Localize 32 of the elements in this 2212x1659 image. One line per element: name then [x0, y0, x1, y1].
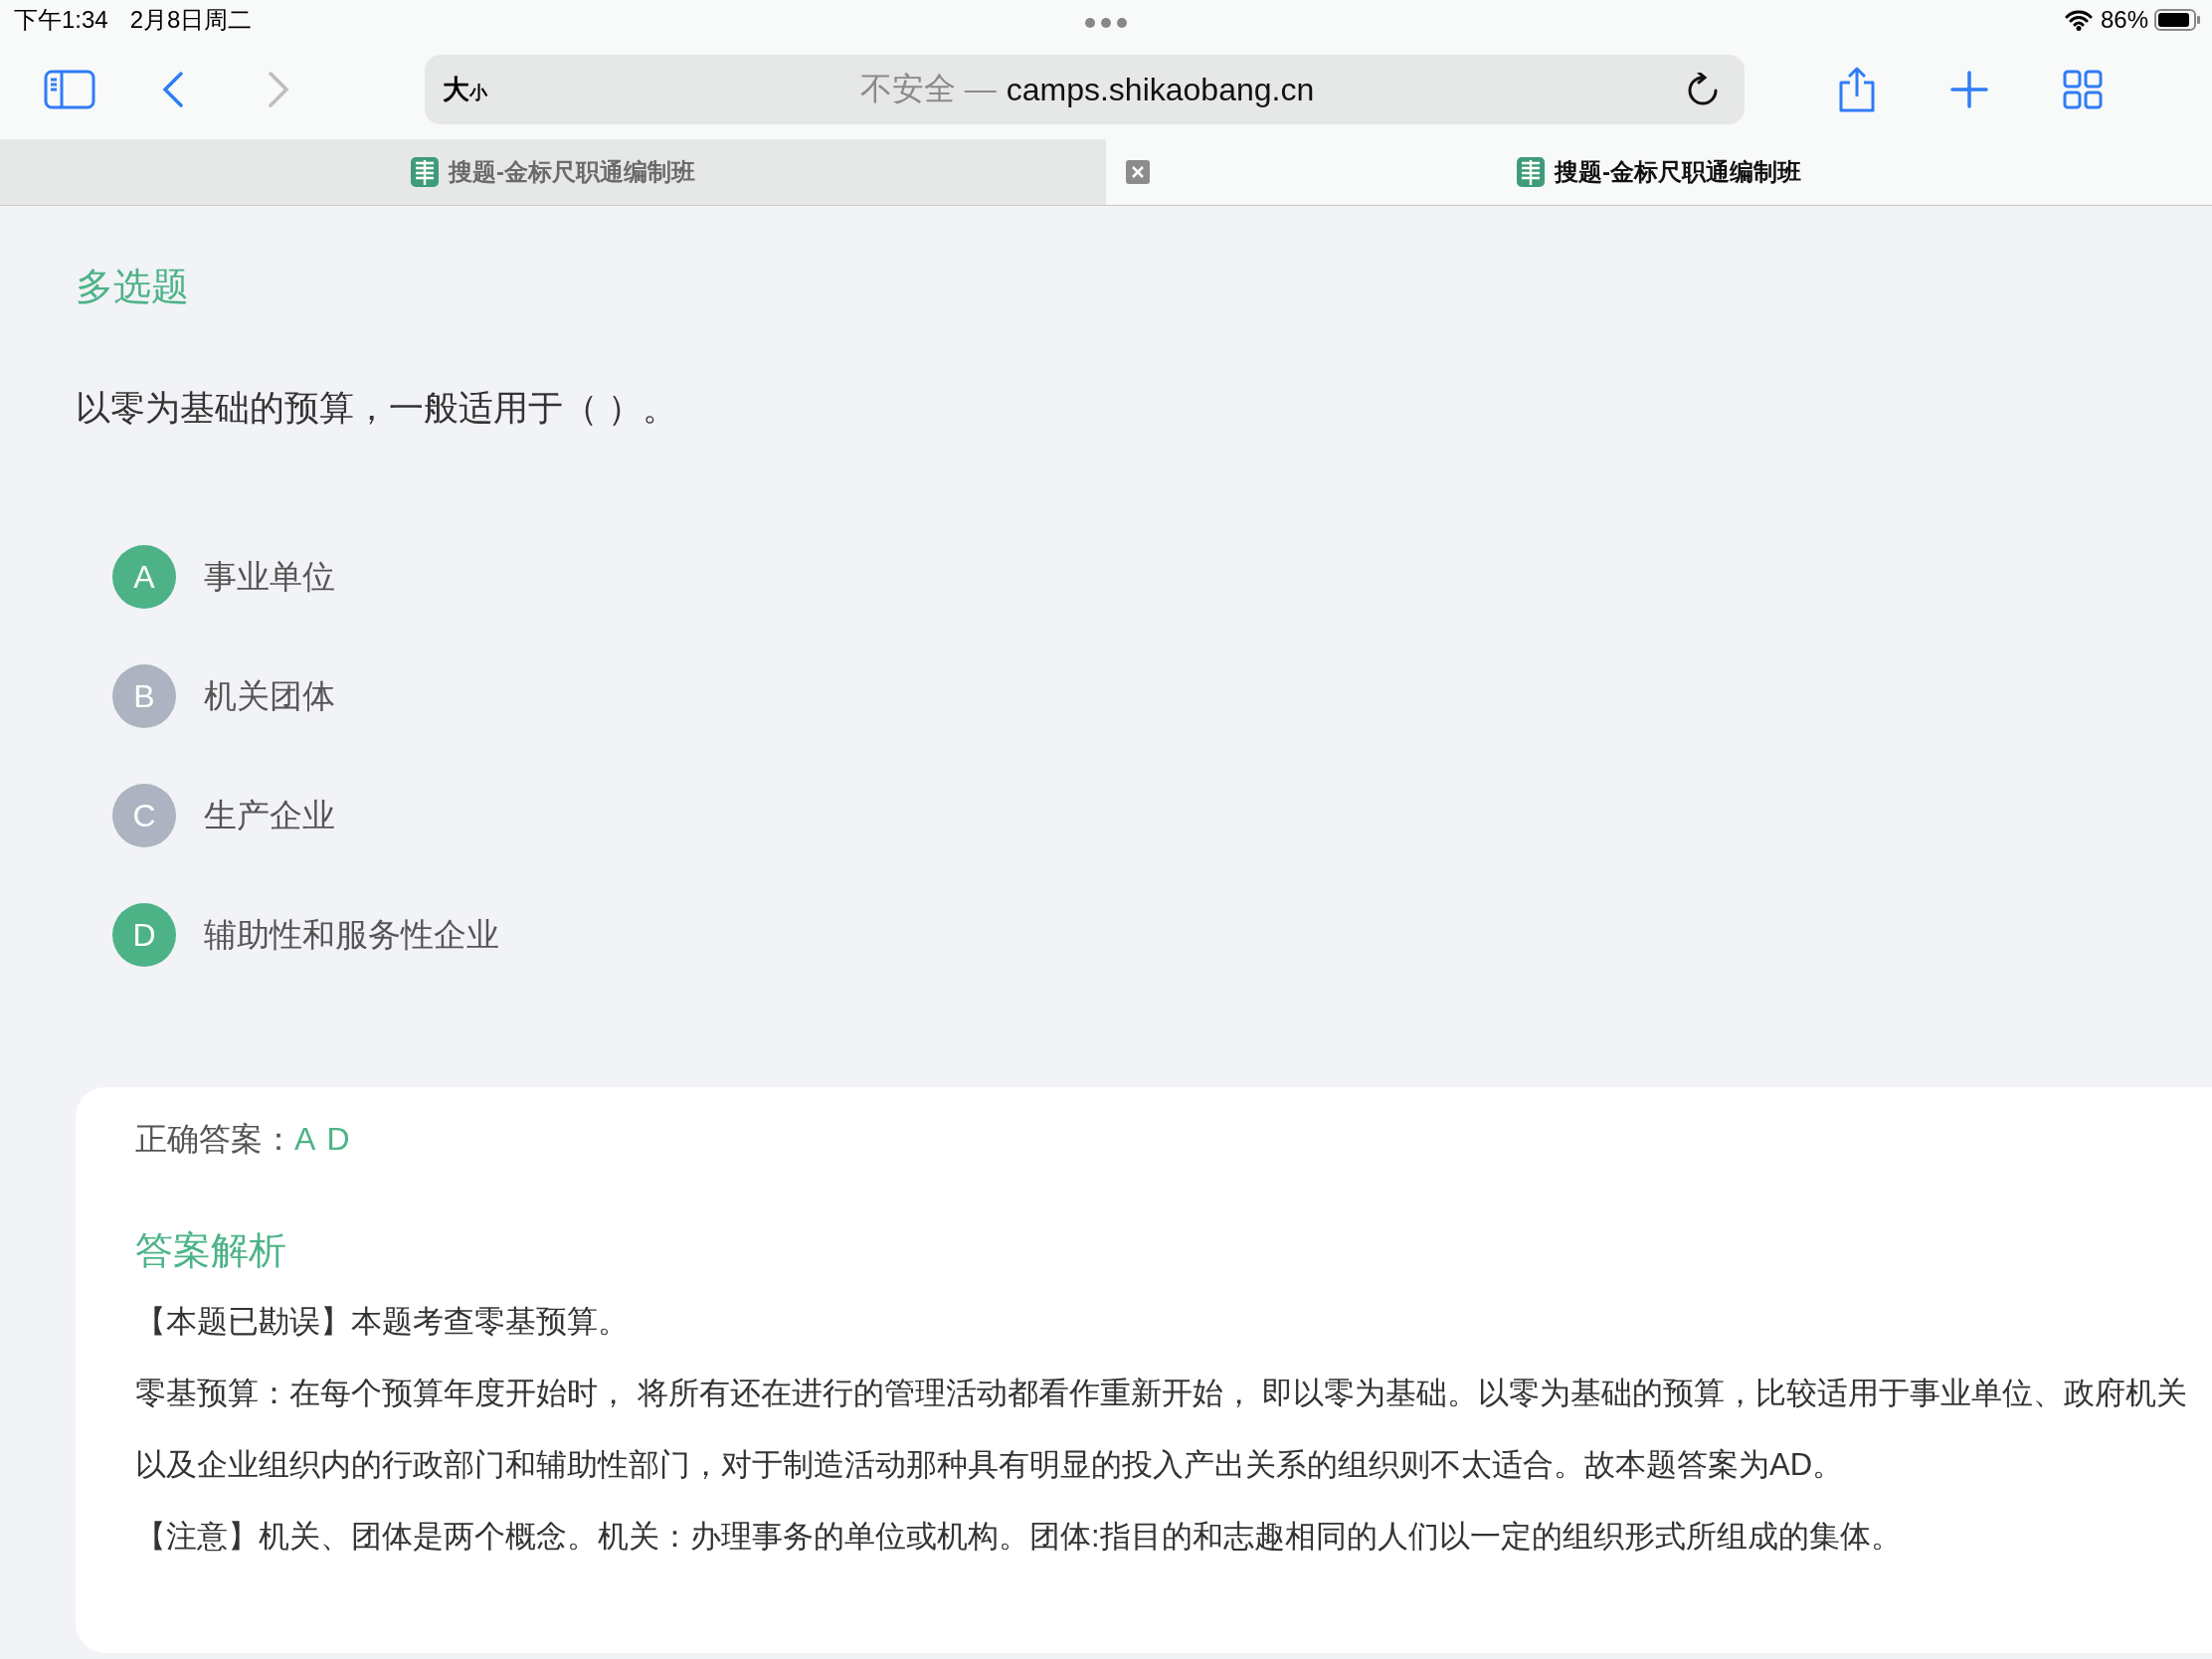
- text-size-button[interactable]: 大小: [443, 72, 487, 107]
- wifi-icon: [2064, 9, 2093, 31]
- option-text[interactable]: 事业单位: [204, 554, 335, 600]
- security-label: 不安全 —: [859, 70, 997, 108]
- question-type-label: 多选题: [76, 265, 190, 309]
- battery-percent: 86%: [2100, 6, 2148, 34]
- analysis-paragraph: 【注意】机关、团体是两个概念。机关：办理事务的单位或机构。团体:指目的和志趣相同的人们以一定的组织形式所组成的集体。: [135, 1518, 1903, 1556]
- close-icon[interactable]: [1126, 160, 1150, 184]
- reload-icon[interactable]: [1687, 73, 1719, 106]
- back-icon[interactable]: [161, 70, 185, 109]
- multitask-dots-icon[interactable]: [1084, 17, 1128, 29]
- status-time: 下午1:34: [14, 5, 108, 35]
- plus-icon[interactable]: [1950, 71, 1988, 108]
- option-text[interactable]: 机关团体: [204, 673, 335, 719]
- correct-answer-value: A D: [294, 1120, 352, 1159]
- document-favicon-icon: [1517, 157, 1545, 187]
- address-bar[interactable]: 大小 不安全 — camps.shikaobang.cn: [425, 55, 1745, 124]
- option-text[interactable]: 生产企业: [204, 793, 335, 838]
- document-favicon-icon: [411, 157, 439, 187]
- analysis-paragraph: 【本题已勘误】本题考查零基预算。: [135, 1303, 630, 1341]
- status-date: 2月8日周二: [129, 5, 253, 35]
- tab-grid-icon[interactable]: [2063, 70, 2103, 109]
- sidebar-icon[interactable]: [44, 70, 95, 109]
- analysis-paragraph: 零基预算：在每个预算年度开始时， 将所有还在进行的管理活动都看作重新开始， 即以零为基础。以零为基础的预算，比较适用于事业单位、政府机关以及企业组织内的行政部门和辅助性部门，对于制造活动那种具有明显的投入产出关系的组织则不太适合。故本题答案为AD。: [135, 1375, 2189, 1484]
- browser-tab[interactable]: 搜题-金标尺职通编制班: [0, 139, 1106, 205]
- correct-answer-label: 正确答案：: [135, 1120, 294, 1159]
- question-text: 以零为基础的预算，一般适用于（ ）。: [76, 387, 678, 429]
- url-domain: camps.shikaobang.cn: [1006, 71, 1315, 108]
- battery-icon: [2154, 9, 2200, 31]
- share-icon[interactable]: [1837, 67, 1877, 112]
- option-text[interactable]: 辅助性和服务性企业: [204, 912, 499, 958]
- analysis-title: 答案解析: [135, 1228, 287, 1273]
